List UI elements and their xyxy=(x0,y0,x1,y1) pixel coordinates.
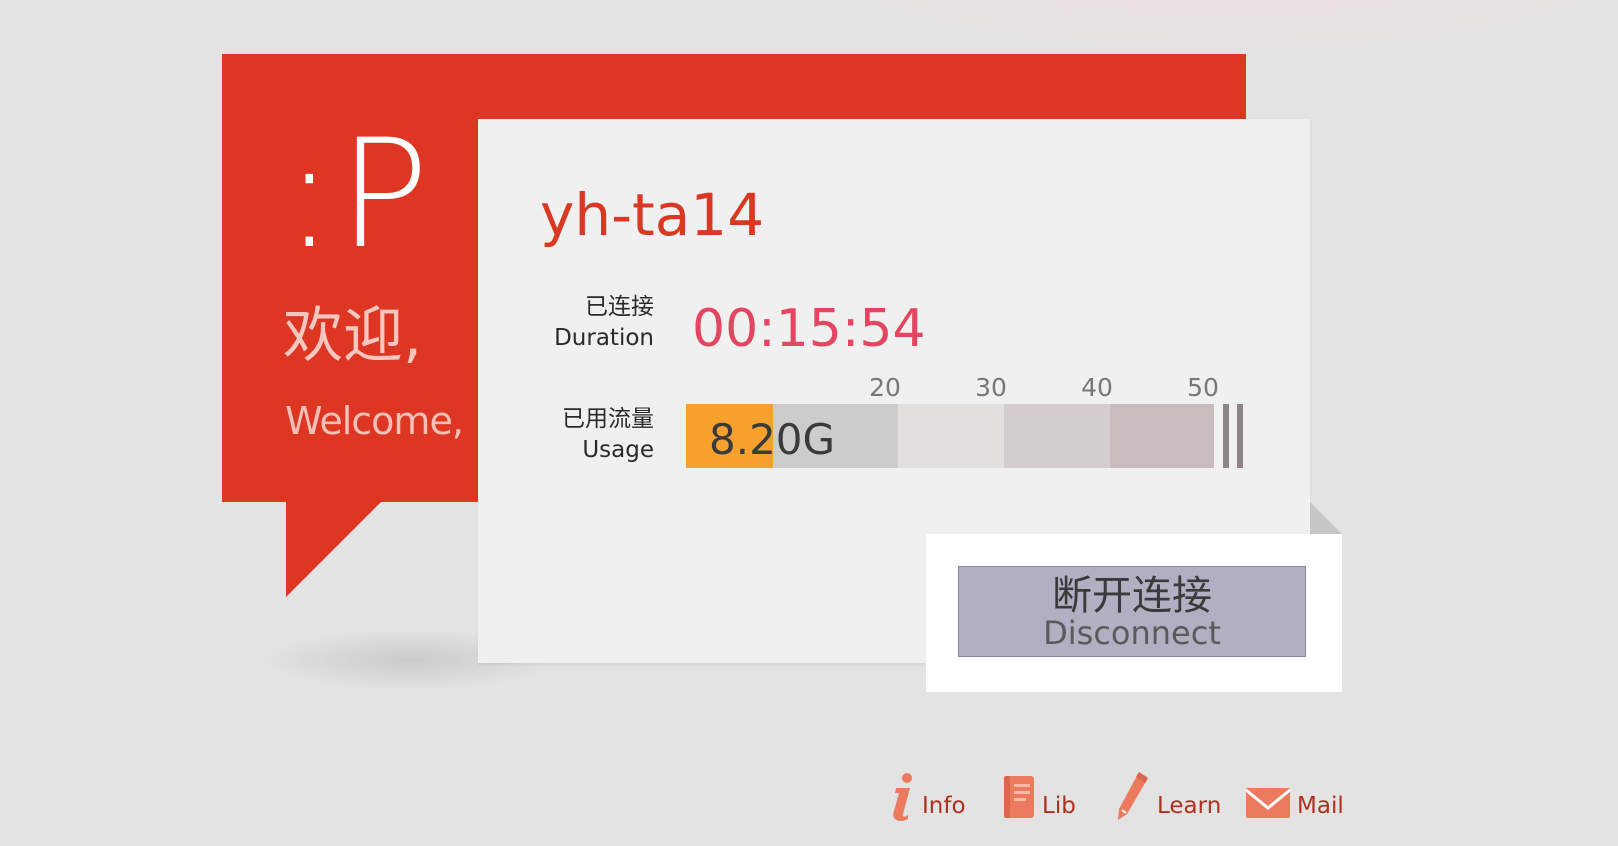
usage-label-en: Usage xyxy=(582,437,654,463)
mail-link-label: Mail xyxy=(1297,793,1344,819)
disconnect-button[interactable]: 断开连接 Disconnect xyxy=(958,566,1306,657)
duration-label-cn: 已连接 xyxy=(585,294,654,320)
usage-label-cn: 已用流量 xyxy=(562,406,654,432)
usage-bar-segment-3 xyxy=(1004,404,1110,468)
disconnect-label-cn: 断开连接 xyxy=(1052,573,1212,619)
duration-value: 00:15:54 xyxy=(692,299,926,359)
usage-tick-50: 50 xyxy=(1187,373,1219,402)
welcome-text-en: Welcome, xyxy=(285,399,464,443)
usage-tick-40: 40 xyxy=(1081,373,1113,402)
usage-bar-end-mark-2 xyxy=(1237,404,1243,468)
disconnect-label-en: Disconnect xyxy=(1043,614,1221,652)
usage-tick-30: 30 xyxy=(975,373,1007,402)
info-icon xyxy=(893,773,912,821)
info-link[interactable]: Info xyxy=(890,770,966,822)
lib-link-label: Lib xyxy=(1042,793,1076,819)
mail-icon xyxy=(1245,788,1291,818)
usage-bar-segment-4 xyxy=(1110,404,1214,468)
username: yh-ta14 xyxy=(540,181,765,249)
info-link-label: Info xyxy=(922,793,966,819)
learn-link[interactable]: Learn xyxy=(1115,770,1221,822)
duration-label-en: Duration xyxy=(554,325,654,351)
smiley-logo: :P xyxy=(284,108,433,282)
background-glow xyxy=(780,0,1618,60)
book-icon xyxy=(1004,776,1034,818)
usage-tick-20: 20 xyxy=(869,373,901,402)
usage-value: 8.20G xyxy=(709,415,836,464)
welcome-text-cn: 欢迎, xyxy=(283,301,423,371)
pencil-icon xyxy=(1118,772,1148,820)
card-fold xyxy=(1310,502,1342,534)
learn-link-label: Learn xyxy=(1157,793,1222,819)
usage-label: 已用流量 Usage xyxy=(454,404,654,466)
usage-bar-segment-2 xyxy=(898,404,1004,468)
welcome-bubble-tail xyxy=(286,502,381,597)
usage-bar-end-mark-1 xyxy=(1223,404,1229,468)
mail-link[interactable]: Mail xyxy=(1245,770,1344,822)
duration-label: 已连接 Duration xyxy=(454,292,654,354)
lib-link[interactable]: Lib xyxy=(1002,770,1076,822)
